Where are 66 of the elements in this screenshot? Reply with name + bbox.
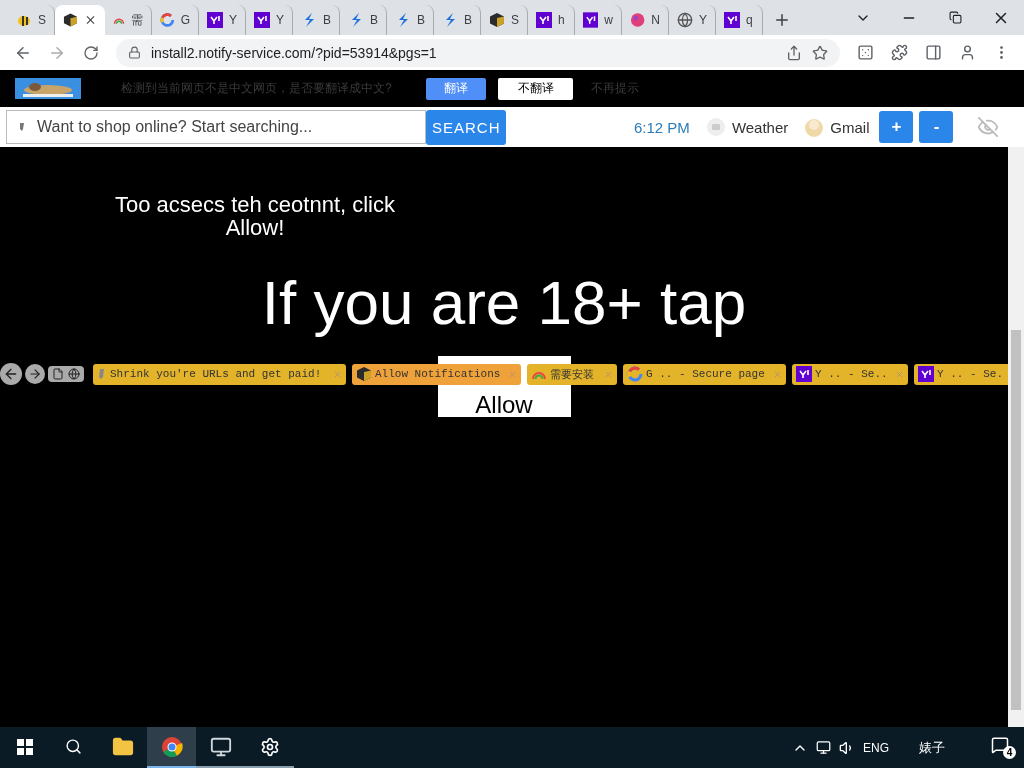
fake-tab[interactable]: 需要安装 [527,363,617,385]
page-tools[interactable] [48,366,84,382]
page-icon [52,368,64,380]
cube-icon [63,12,78,28]
clock-time: 6:12 PM [634,118,690,136]
restore-icon[interactable] [948,11,962,24]
arrow-right-icon [28,367,42,381]
square-logo-icon [254,12,270,28]
taskbar-app[interactable] [147,727,196,768]
search-field[interactable]: Want to shop online? Start searching... [6,110,426,144]
globe-icon [68,368,80,380]
square-logo-icon [796,366,812,382]
toolbar-link[interactable]: Weather [705,117,789,137]
square-logo-icon [207,12,223,28]
new-tab-icon[interactable] [773,11,791,29]
monitor-icon [209,735,232,758]
search-icon[interactable] [65,738,82,755]
ring-icon [160,12,175,28]
square-logo-icon [583,12,599,28]
zoom-button[interactable]: + [879,111,914,143]
user-name: 婊子 [919,738,945,757]
fake-tab[interactable]: Shrink you're URLs and get paid! [93,363,346,385]
fake-tab[interactable]: G .. - Secure page [623,363,786,385]
zoom-button[interactable]: - [919,111,954,143]
ring-icon [627,366,643,382]
language-indicator[interactable]: ENG [863,740,889,755]
back-button[interactable] [0,363,22,385]
fake-tab[interactable]: Allow Notifications [352,363,521,385]
ball-icon [630,12,646,28]
cube-icon [356,366,372,382]
address-bar[interactable]: install2.notify-service.com/?pid=53914&pgs=1 [116,38,840,67]
cloud-icon [705,117,726,137]
square-logo-icon [918,366,934,382]
star-icon[interactable] [812,44,828,61]
settings-icon [259,736,280,757]
browser-icon [160,735,183,758]
toolbar-link[interactable]: Gmail [804,116,870,138]
folder-icon [111,735,134,758]
square-logo-icon [724,12,740,28]
lock-icon [128,46,141,59]
message-icon [991,736,1009,754]
pencil-icon [18,122,26,132]
notification-button[interactable]: 4 [991,736,1016,759]
browser-tab[interactable] [55,5,105,35]
dice-icon[interactable] [856,44,874,61]
share-icon[interactable] [786,44,802,61]
notice-text: Too acsecs teh ceotnnt, click Allow! [114,193,396,239]
network-icon[interactable] [816,740,831,755]
globe-icon [677,12,693,28]
side-panel-icon[interactable] [924,44,942,61]
puzzle-icon[interactable] [890,44,908,61]
cube-icon [489,12,505,28]
square-logo-icon [536,12,552,28]
avatar-icon [804,116,825,138]
fake-tab[interactable]: Y .. - Se.. [792,363,908,385]
pencil-icon [97,368,107,380]
url-text: install2.notify-service.com/?pid=53914&pgs=1 [151,44,437,61]
scrollbar-thumb[interactable] [1011,330,1021,710]
fake-tab[interactable]: Y .. - Se. [914,363,1008,385]
windows-icon[interactable] [16,738,33,755]
forward-button[interactable] [25,364,45,384]
notification-count: 4 [1003,746,1016,759]
search-button[interactable]: SEARCH [426,109,506,145]
reload-icon[interactable] [83,44,99,61]
translate-button[interactable]: 不翻译 [498,77,573,100]
headline: If you are 18+ tap [260,267,748,338]
